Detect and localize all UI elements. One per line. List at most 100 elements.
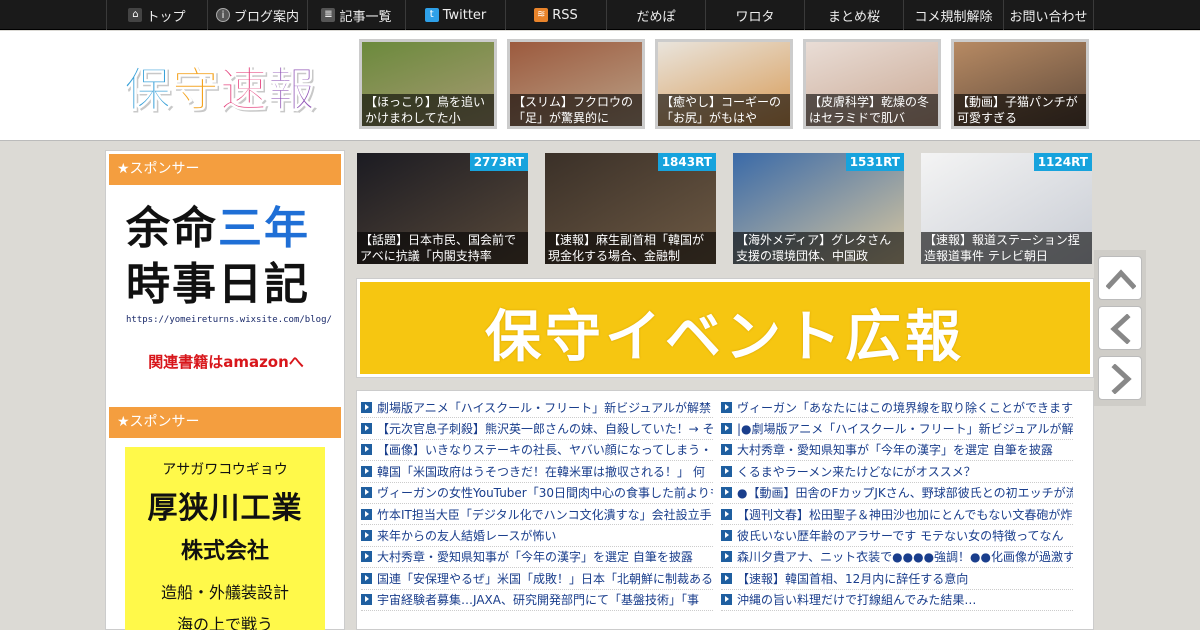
nav-item-8[interactable]: コメ規制解除 [903,0,1003,30]
trending-article[interactable]: 1531RT 【海外メディア】グレタさん支援の環境団体、中国政 [733,153,904,264]
antenna-link-text: 劇場版アニメ「ハイスクール・フリート」新ビジュアルが解禁 [377,400,711,415]
antenna-link-row[interactable]: 彼氏いない歴年齢のアラサーです モテない女の特徴ってなん [721,525,1073,547]
nav-item-5[interactable]: だめぽ [606,0,705,30]
arrow-bullet-icon [361,487,372,499]
home-icon: ⌂ [128,8,143,22]
antenna-link-row[interactable]: 【速報】韓国首相、12月内に辞任する意向 [721,568,1073,590]
trending-article[interactable]: 2773RT 【話題】日本市民、国会前でアベに抗議「内閣支持率 [357,153,528,264]
antenna-link-row[interactable]: ヴィーガン「あなたにはこの境界線を取り除くことができます [721,397,1073,419]
antenna-link-row[interactable]: 来年からの友人結婚レースが怖い [361,525,713,547]
ad-company-tagline: 海の上で戦う [176,615,273,630]
chevron-right-icon [1111,364,1132,394]
antenna-link-row[interactable]: 宇宙経験者募集…JAXA、研究開発部門にて「基盤技術」「事 [361,590,713,611]
list-icon: ≣ [321,8,336,22]
amazon-link[interactable]: 関連書籍はamazonへ [126,351,326,372]
article-caption: 【ほっこり】鳥を追いかけまわしてた小 [362,94,494,126]
ad-company-name: 厚狭川工業 [147,491,303,526]
top-navigation-bar: ⌂ トップ i ブログ案内 ≣ 記事一覧 t Twitter ≋ RSS だめぽ ワロタ まとめ桜 コメ規… [0,0,1200,30]
nav-item-label: 記事一覧 [339,9,392,25]
sponsor-ad-asagawa[interactable]: アサガワコウギョウ 厚狭川工業 株式会社 造船・外艤装設計 海の上で戦う [125,447,325,630]
article-caption: 【海外メディア】グレタさん支援の環境団体、中国政 [733,232,904,264]
arrow-bullet-icon [721,487,732,499]
antenna-link-row[interactable]: 沖縄の旨い料理だけで打線組んでみた結果… [721,590,1073,611]
logo-char: 速 [220,63,268,119]
antenna-link-text: 宇宙経験者募集…JAXA、研究開発部門にて「基盤技術」「事 [377,593,699,608]
antenna-link-text: ヴィーガンの女性YouTuber「30日間肉中心の食事した前よりも [377,486,713,501]
nav-item-label: コメ規制解除 [914,9,993,25]
nav-item-9[interactable]: お問い合わせ [1003,0,1094,30]
antenna-link-row[interactable]: くるまやラーメン来たけどなにがオススメ？ [721,461,1073,483]
antenna-link-text: 韓国「米国政府はうそつきだ！在韓米軍は撤収される！」 何 [377,464,705,479]
nav-item-6[interactable]: ワロタ [705,0,804,30]
antenna-link-text: 森川夕貴アナ、ニット衣装で●●●●強調！●●化画像が過激すぎ [737,550,1073,565]
ad-company-type: 株式会社 [180,539,269,564]
ad-title-part2: 三年 [218,203,310,254]
antenna-link-row[interactable]: 森川夕貴アナ、ニット衣装で●●●●強調！●●化画像が過激すぎ [721,547,1073,569]
antenna-link-text: 【週刊文春】松田聖子＆神田沙也加にとんでもない文春砲が炸 [737,507,1073,522]
antenna-link-text: 国連「安保理やるぜ」米国「成敗！」日本「北朝鮮に制裁ある [377,571,713,586]
nav-item-2[interactable]: ≣ 記事一覧 [307,0,405,30]
antenna-link-text: 沖縄の旨い料理だけで打線組んでみた結果… [737,593,977,608]
header-article-thumb[interactable]: 【皮膚科学】乾燥の冬はセラミドで肌バ [803,39,941,129]
nav-item-3[interactable]: t Twitter [405,0,505,30]
nav-item-label: トップ [146,9,186,25]
retweet-count-badge: 1124RT [1033,153,1092,171]
nav-item-label: ワロタ [735,9,775,25]
arrow-bullet-icon [361,551,372,563]
article-caption: 【皮膚科学】乾燥の冬はセラミドで肌バ [806,94,938,126]
site-logo[interactable]: 保守速報 [124,51,316,120]
nav-item-7[interactable]: まとめ桜 [804,0,903,30]
logo-char: 保 [124,63,172,119]
nav-item-label: ブログ案内 [233,9,299,25]
header-article-thumb[interactable]: 【スリム】フクロウの「足」が驚異的に [507,39,645,129]
header-article-thumb[interactable]: 【動画】子猫パンチが可愛すぎる [951,39,1089,129]
antenna-link-row[interactable]: 【元次官息子刺殺】熊沢英一郎さんの妹、自殺していた！→ そ [361,418,713,440]
arrow-bullet-icon [361,572,372,584]
sponsor-ad-yomei[interactable]: 余命三年 時事日記 https://yomeireturns.wixsite.c… [126,201,332,372]
arrow-bullet-icon [721,551,732,563]
nav-item-4[interactable]: ≋ RSS [505,0,606,30]
antenna-column-right: ヴィーガン「あなたにはこの境界線を取り除くことができます |●劇場版アニメ「ハイス… [721,397,1073,611]
logo-char: 守 [172,63,220,119]
antenna-link-row[interactable]: 【画像】いきなりステーキの社長、ヤバい顔になってしまう・・ [361,440,713,462]
retweet-count-badge: 2773RT [469,153,528,171]
header-article-thumb[interactable]: 【癒やし】コーギーの「お尻」がもはや [655,39,793,129]
event-banner[interactable]: 保守イベント広報 [356,278,1094,378]
antenna-column-left: 劇場版アニメ「ハイスクール・フリート」新ビジュアルが解禁【元次官息子刺殺】熊沢英… [361,397,713,611]
trending-article[interactable]: 1843RT 【速報】麻生副首相「韓国が現金化する場合、金融制 [545,153,716,264]
sponsor-heading-2: ★スポンサー [109,407,341,438]
antenna-link-text: 来年からの友人結婚レースが怖い [377,529,557,544]
antenna-link-row[interactable]: ●【動画】田舎のFカップJKさん、野球部彼氏との初エッチが流 [721,483,1073,504]
arrow-bullet-icon [721,530,732,542]
next-button[interactable] [1098,356,1142,400]
article-caption: 【動画】子猫パンチが可愛すぎる [954,94,1086,126]
antenna-link-row[interactable]: 大村秀章・愛知県知事が「今年の漢字」を選定 自筆を披露 [721,440,1073,462]
antenna-link-row[interactable]: 竹本IT担当大臣「デジタル化でハンコ文化潰すな」会社設立手 [361,504,713,526]
antenna-link-row[interactable]: 【週刊文春】松田聖子＆神田沙也加にとんでもない文春砲が炸 [721,504,1073,526]
scroll-top-button[interactable] [1098,256,1142,300]
page-scroll-controls [1094,250,1146,406]
antenna-link-text: 【速報】韓国首相、12月内に辞任する意向 [737,571,969,586]
ad-title-line2: 時事日記 [126,259,310,310]
antenna-link-row[interactable]: ヴィーガンの女性YouTuber「30日間肉中心の食事した前よりも [361,483,713,504]
top-nav-menu: ⌂ トップ i ブログ案内 ≣ 記事一覧 t Twitter ≋ RSS だめぽ ワロタ まとめ桜 コメ規… [106,0,1094,30]
antenna-link-row[interactable]: 劇場版アニメ「ハイスクール・フリート」新ビジュアルが解禁 [361,397,713,419]
antenna-link-list: 劇場版アニメ「ハイスクール・フリート」新ビジュアルが解禁【元次官息子刺殺】熊沢英… [356,390,1094,630]
info-icon: i [215,8,230,22]
previous-button[interactable] [1098,306,1142,350]
article-caption: 【癒やし】コーギーの「お尻」がもはや [658,94,790,126]
antenna-link-row[interactable]: 大村秀章・愛知県知事が「今年の漢字」を選定 自筆を披露 [361,547,713,569]
header-article-thumb[interactable]: 【ほっこり】鳥を追いかけまわしてた小 [359,39,497,129]
arrow-bullet-icon [361,465,372,477]
antenna-link-row[interactable]: 韓国「米国政府はうそつきだ！在韓米軍は撤収される！」 何 [361,461,713,483]
antenna-link-row[interactable]: |●劇場版アニメ「ハイスクール・フリート」新ビジュアルが解 [721,418,1073,440]
arrow-bullet-icon [721,508,732,520]
arrow-bullet-icon [361,401,372,413]
trending-article[interactable]: 1124RT 【速報】報道ステーション捏造報道事件 テレビ朝日 [921,153,1092,264]
antenna-link-row[interactable]: 国連「安保理やるぜ」米国「成敗！」日本「北朝鮮に制裁ある [361,568,713,590]
antenna-link-text: |●劇場版アニメ「ハイスクール・フリート」新ビジュアルが解 [737,422,1073,437]
nav-item-0[interactable]: ⌂ トップ [106,0,207,30]
ad-url[interactable]: https://yomeireturns.wixsite.com/blog/ [126,315,332,325]
nav-item-1[interactable]: i ブログ案内 [207,0,307,30]
arrow-bullet-icon [361,444,372,456]
